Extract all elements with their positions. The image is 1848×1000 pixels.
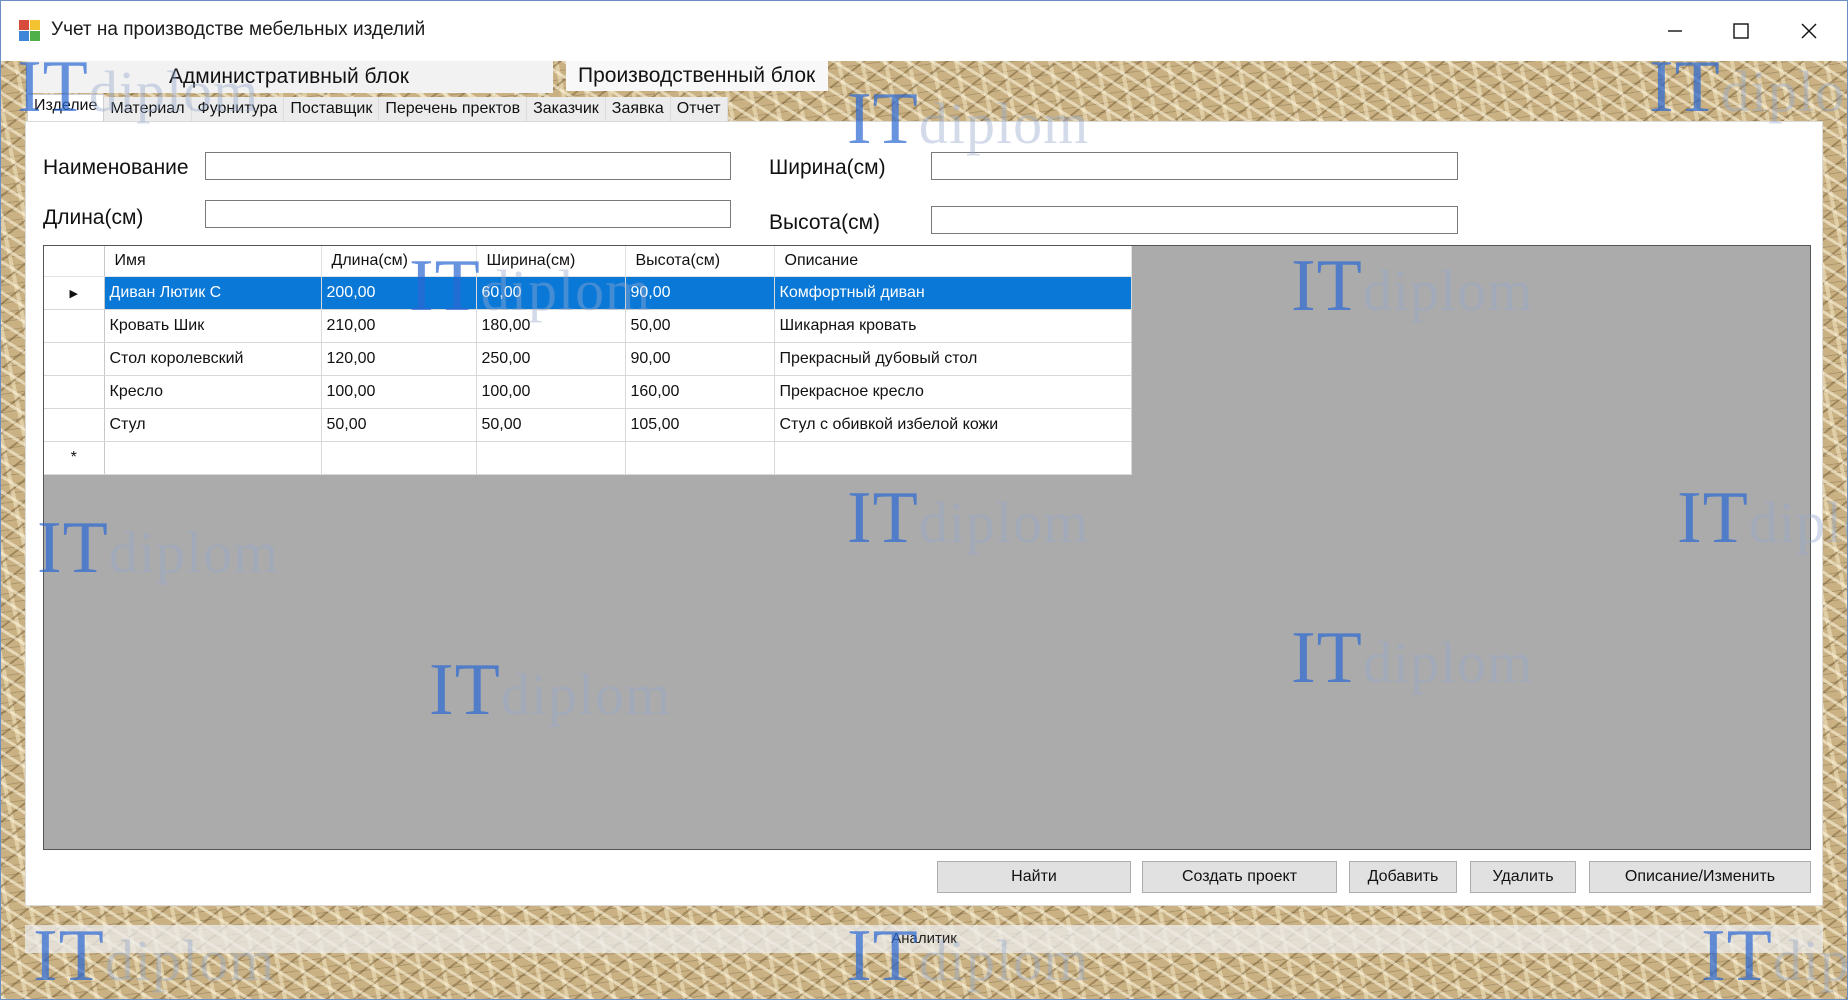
describe-edit-button[interactable]: Описание/Изменить: [1589, 861, 1811, 893]
new-row-indicator-icon[interactable]: *: [44, 441, 105, 475]
table-row[interactable]: Кровать Шик 210,00 180,00 50,00 Шикарная…: [44, 309, 1132, 343]
table-cell[interactable]: Шикарная кровать: [774, 309, 1132, 343]
name-label: Наименование: [43, 156, 189, 179]
header-row: Имя Длина(см) Ширина(см) Высота(см) Опис…: [44, 246, 1132, 277]
table-cell[interactable]: 250,00: [476, 342, 626, 376]
table-cell[interactable]: 50,00: [625, 309, 775, 343]
new-table-row[interactable]: *: [44, 441, 1132, 475]
column-header[interactable]: Имя: [104, 246, 322, 277]
add-button[interactable]: Добавить: [1349, 861, 1457, 893]
table-cell[interactable]: Стул с обивкой избелой кожи: [774, 408, 1132, 442]
minimize-button[interactable]: [1645, 9, 1705, 53]
table-cell[interactable]: [104, 441, 322, 475]
table-cell[interactable]: 180,00: [476, 309, 626, 343]
tab-request[interactable]: Заявка: [605, 97, 671, 121]
find-button[interactable]: Найти: [937, 861, 1131, 893]
tab-strip: Изделие Материал Фурнитура Поставщик Пер…: [27, 94, 728, 121]
close-button[interactable]: [1779, 9, 1839, 53]
application-window: Учет на производстве мебельных изделий А…: [0, 0, 1848, 1000]
row-header[interactable]: [44, 342, 105, 376]
table-cell[interactable]: 50,00: [321, 408, 477, 442]
table-cell[interactable]: Диван Лютик С: [104, 276, 322, 310]
table-row[interactable]: Кресло 100,00 100,00 160,00 Прекрасное к…: [44, 375, 1132, 409]
table-cell[interactable]: 210,00: [321, 309, 477, 343]
column-header[interactable]: Ширина(см): [476, 246, 626, 277]
length-input[interactable]: [205, 200, 731, 228]
tab-product[interactable]: Изделие: [27, 94, 105, 121]
tab-fittings[interactable]: Фурнитура: [191, 97, 285, 121]
table-cell[interactable]: Кресло: [104, 375, 322, 409]
row-header[interactable]: [44, 375, 105, 409]
height-input[interactable]: [931, 206, 1458, 234]
maximize-icon: [1733, 23, 1749, 39]
products-grid[interactable]: Имя Длина(см) Ширина(см) Высота(см) Опис…: [43, 245, 1811, 850]
tab-group-production[interactable]: Производственный блок: [566, 61, 828, 91]
table-cell[interactable]: Стул: [104, 408, 322, 442]
selected-row-indicator-icon[interactable]: ▶: [44, 276, 105, 310]
width-input[interactable]: [931, 152, 1458, 180]
tab-project-list[interactable]: Перечень пректов: [379, 97, 528, 121]
table-cell[interactable]: Прекрасное кресло: [774, 375, 1132, 409]
height-label: Высота(см): [769, 211, 881, 234]
tab-report[interactable]: Отчет: [670, 97, 728, 121]
tab-group-admin[interactable]: Административный блок: [27, 61, 553, 93]
table-row[interactable]: Стол королевский 120,00 250,00 90,00 Пре…: [44, 342, 1132, 376]
table-cell[interactable]: 60,00: [476, 276, 626, 310]
close-icon: [1801, 23, 1817, 39]
name-input[interactable]: [205, 152, 731, 180]
table-cell[interactable]: 120,00: [321, 342, 477, 376]
table-cell[interactable]: 90,00: [625, 342, 775, 376]
table-cell[interactable]: Кровать Шик: [104, 309, 322, 343]
app-icon: [19, 20, 41, 42]
table-cell[interactable]: [774, 441, 1132, 475]
table-cell[interactable]: [625, 441, 775, 475]
minimize-icon: [1668, 30, 1682, 32]
row-header[interactable]: [44, 408, 105, 442]
width-label: Ширина(см): [769, 156, 886, 179]
create-project-button[interactable]: Создать проект: [1142, 861, 1337, 893]
tab-supplier[interactable]: Поставщик: [284, 97, 380, 121]
row-header[interactable]: [44, 309, 105, 343]
table-cell[interactable]: 90,00: [625, 276, 775, 310]
products-table: Имя Длина(см) Ширина(см) Высота(см) Опис…: [44, 246, 1132, 475]
length-label: Длина(см): [43, 206, 144, 229]
table-cell[interactable]: [476, 441, 626, 475]
table-cell[interactable]: Стол королевский: [104, 342, 322, 376]
table-cell[interactable]: Прекрасный дубовый стол: [774, 342, 1132, 376]
delete-button[interactable]: Удалить: [1470, 861, 1576, 893]
table-cell[interactable]: 100,00: [476, 375, 626, 409]
column-header[interactable]: Описание: [774, 246, 1132, 277]
tab-material[interactable]: Материал: [104, 97, 192, 121]
tab-customer[interactable]: Заказчик: [527, 97, 606, 121]
analyst-tab[interactable]: Аналитик: [25, 925, 1823, 953]
column-header[interactable]: Высота(см): [625, 246, 775, 277]
table-row-selected[interactable]: ▶ Диван Лютик С 200,00 60,00 90,00 Комфо…: [44, 276, 1132, 310]
window-title: Учет на производстве мебельных изделий: [51, 19, 426, 40]
table-cell[interactable]: 160,00: [625, 375, 775, 409]
maximize-button[interactable]: [1711, 9, 1771, 53]
table-row[interactable]: Стул 50,00 50,00 105,00 Стул с обивкой и…: [44, 408, 1132, 442]
table-cell[interactable]: Комфортный диван: [774, 276, 1132, 310]
table-cell[interactable]: [321, 441, 477, 475]
table-cell[interactable]: 50,00: [476, 408, 626, 442]
title-bar[interactable]: Учет на производстве мебельных изделий: [1, 1, 1847, 61]
column-header[interactable]: Длина(см): [321, 246, 477, 277]
table-cell[interactable]: 200,00: [321, 276, 477, 310]
table-cell[interactable]: 100,00: [321, 375, 477, 409]
row-header-corner[interactable]: [44, 246, 105, 277]
table-cell[interactable]: 105,00: [625, 408, 775, 442]
